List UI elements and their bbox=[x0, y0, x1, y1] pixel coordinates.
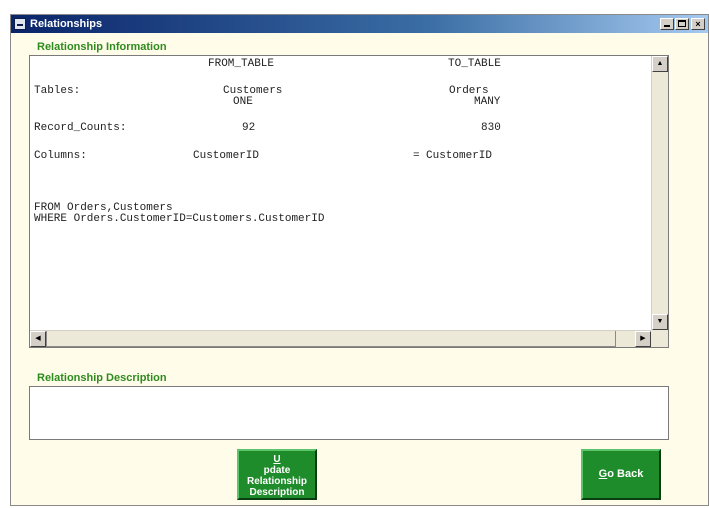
update-button-line-3: Description bbox=[249, 487, 305, 498]
to-table-cardinality: MANY bbox=[474, 96, 501, 108]
arrow-up-icon[interactable]: ▲ bbox=[652, 56, 668, 72]
scrollbar-corner bbox=[651, 330, 668, 347]
horizontal-scrollbar[interactable]: ◀ ▶ bbox=[30, 330, 651, 347]
from-table-cardinality: ONE bbox=[233, 96, 253, 108]
sql-where-line: WHERE Orders.CustomerID=Customers.Custom… bbox=[34, 213, 325, 225]
from-column: CustomerID bbox=[193, 150, 260, 162]
title-bar[interactable]: Relationships × bbox=[11, 15, 708, 33]
app-icon[interactable] bbox=[14, 18, 26, 30]
update-button-line-1: Update bbox=[263, 454, 291, 476]
relationship-info-panel[interactable]: FROM_TABLE TO_TABLE Tables: Customers ON… bbox=[29, 55, 669, 348]
to-column: CustomerID bbox=[426, 150, 493, 162]
vertical-scrollbar[interactable]: ▲ ▼ bbox=[651, 56, 668, 330]
arrow-down-icon[interactable]: ▼ bbox=[652, 314, 668, 330]
to-table-header: TO_TABLE bbox=[448, 58, 501, 70]
tables-label: Tables: bbox=[34, 85, 81, 97]
columns-label: Columns: bbox=[34, 150, 87, 162]
window-title: Relationships bbox=[30, 18, 103, 30]
update-button-line-2: Relationship bbox=[246, 476, 307, 487]
vertical-scroll-track[interactable] bbox=[652, 72, 668, 314]
arrow-right-icon[interactable]: ▶ bbox=[635, 331, 651, 347]
to-record-count: 830 bbox=[481, 122, 501, 134]
relationship-info-text: FROM_TABLE TO_TABLE Tables: Customers ON… bbox=[30, 56, 651, 330]
relationship-description-label: Relationship Description bbox=[37, 372, 167, 384]
arrow-left-icon[interactable]: ◀ bbox=[30, 331, 46, 347]
relationship-description-input[interactable] bbox=[29, 386, 669, 440]
from-record-count: 92 bbox=[242, 122, 256, 134]
relationship-information-label: Relationship Information bbox=[37, 41, 167, 53]
relationships-window: Relationships × Relationship Information… bbox=[10, 14, 709, 506]
from-table-header: FROM_TABLE bbox=[208, 58, 275, 70]
go-back-button[interactable]: Go Back bbox=[581, 449, 661, 500]
maximize-icon[interactable] bbox=[675, 18, 689, 30]
close-icon[interactable]: × bbox=[691, 18, 705, 30]
update-relationship-description-button[interactable]: Update Relationship Description bbox=[237, 449, 317, 500]
minimize-icon[interactable] bbox=[660, 18, 674, 30]
horizontal-scroll-thumb[interactable] bbox=[46, 331, 616, 347]
column-equals-sign: = bbox=[413, 150, 420, 162]
record-counts-label: Record_Counts: bbox=[34, 122, 127, 134]
